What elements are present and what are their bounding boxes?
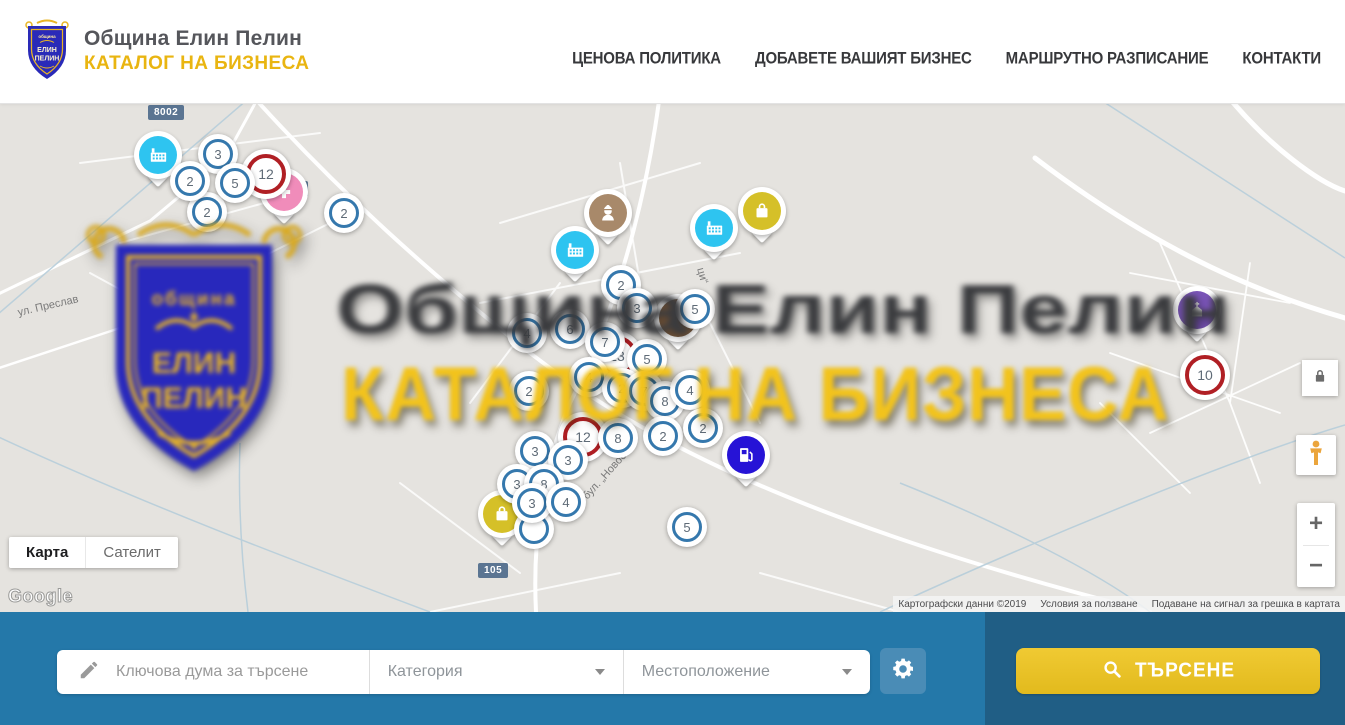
cluster-count: 5 xyxy=(632,344,662,374)
cluster-count: 2 xyxy=(688,413,718,443)
header: община ЕЛИН ПЕЛИН Община Елин Пелин КАТА… xyxy=(0,0,1345,104)
search-fields: Категория Местоположение xyxy=(57,650,870,694)
cluster-marker[interactable]: 5 xyxy=(675,289,715,329)
cluster-marker[interactable]: 5 xyxy=(215,163,255,203)
zoom-out-button[interactable]: − xyxy=(1297,546,1335,588)
shopping-bag-marker[interactable] xyxy=(738,187,786,235)
pencil-icon xyxy=(78,659,100,686)
location-select[interactable]: Местоположение xyxy=(623,650,870,694)
maptype-control: Карта Сателит xyxy=(9,537,178,568)
church-marker[interactable] xyxy=(1173,286,1221,334)
site-logo[interactable]: община ЕЛИН ПЕЛИН Община Елин Пелин КАТА… xyxy=(22,19,309,83)
cluster-marker[interactable]: 4 xyxy=(670,370,710,410)
svg-text:ПЕЛИН: ПЕЛИН xyxy=(35,56,60,63)
cluster-marker[interactable]: 2 xyxy=(324,193,364,233)
search-button-label: ТЪРСЕНЕ xyxy=(1135,659,1235,682)
cluster-count: 5 xyxy=(220,168,250,198)
main-nav: ЦЕНОВА ПОЛИТИКА ДОБАВЕТЕ ВАШИЯТ БИЗНЕС М… xyxy=(572,50,1321,67)
fuel-pump-icon xyxy=(727,436,765,474)
cluster-marker[interactable]: 3 xyxy=(617,288,657,328)
factory-marker[interactable] xyxy=(690,204,738,252)
cluster-marker[interactable]: 2 xyxy=(170,161,210,201)
cluster-marker[interactable]: 2 xyxy=(643,416,683,456)
shopping-bag-icon xyxy=(743,192,781,230)
site-name: Община Елин Пелин xyxy=(84,27,309,51)
factory-marker[interactable] xyxy=(551,226,599,274)
cluster-marker[interactable]: 2 xyxy=(683,408,723,448)
cluster-count: 2 xyxy=(648,421,678,451)
cluster-count: 4 xyxy=(574,362,604,392)
attribution-terms-link[interactable]: Условия за ползване xyxy=(1040,599,1137,610)
attribution-data-notice: Картографски данни ©2019 xyxy=(898,599,1026,610)
cluster-count: 5 xyxy=(672,512,702,542)
gear-icon xyxy=(890,656,916,687)
svg-text:ЕЛИН: ЕЛИН xyxy=(37,47,57,54)
category-select-label: Категория xyxy=(388,663,463,681)
cluster-marker[interactable]: 7 xyxy=(585,322,625,362)
nav-item-pricing[interactable]: ЦЕНОВА ПОЛИТИКА xyxy=(572,49,721,67)
map-markers: 213321252235467542278412822333834510 xyxy=(0,103,1345,612)
cluster-marker[interactable]: 5 xyxy=(667,507,707,547)
cluster-count: 7 xyxy=(590,327,620,357)
factory-icon xyxy=(556,231,594,269)
attribution-report-error-link[interactable]: Подаване на сигнал за грешка в картата xyxy=(1152,599,1340,610)
chevron-down-icon xyxy=(842,669,852,675)
lock-button[interactable] xyxy=(1302,360,1338,396)
cluster-count: 3 xyxy=(622,293,652,323)
cluster-count: 8 xyxy=(603,423,633,453)
cluster-marker[interactable]: 2 xyxy=(509,371,549,411)
cluster-count: 6 xyxy=(555,314,585,344)
maptype-satellite-button[interactable]: Сателит xyxy=(85,537,178,568)
map-attribution: Картографски данни ©2019 Условия за полз… xyxy=(893,596,1345,612)
cluster-marker[interactable]: 8 xyxy=(598,418,638,458)
search-bar: Категория Местоположение ТЪРСЕ xyxy=(0,612,1345,725)
municipality-crest-icon: община ЕЛИН ПЕЛИН xyxy=(22,19,72,83)
logo-text: Община Елин Пелин КАТАЛОГ НА БИЗНЕСА xyxy=(84,27,309,75)
cluster-count: 3 xyxy=(520,436,550,466)
pegman-icon xyxy=(1304,439,1328,472)
location-select-label: Местоположение xyxy=(642,663,770,681)
zoom-control: + − xyxy=(1297,503,1335,587)
lock-icon xyxy=(1311,367,1329,390)
keyword-field[interactable] xyxy=(57,650,369,694)
cluster-count: 2 xyxy=(514,376,544,406)
zoom-in-button[interactable]: + xyxy=(1297,503,1335,545)
cluster-marker[interactable]: 10 xyxy=(1180,350,1230,400)
cluster-marker[interactable]: 6 xyxy=(550,309,590,349)
cluster-count: 4 xyxy=(675,375,705,405)
cluster-count: 4 xyxy=(551,487,581,517)
cluster-count: 4 xyxy=(512,318,542,348)
category-select[interactable]: Категория xyxy=(369,650,623,694)
maptype-map-button[interactable]: Карта xyxy=(9,537,85,568)
cluster-count: 3 xyxy=(517,488,547,518)
nav-item-contacts[interactable]: КОНТАКТИ xyxy=(1242,49,1321,67)
page: община ЕЛИН ПЕЛИН Община Елин Пелин КАТА… xyxy=(0,0,1345,725)
street-view-pegman-button[interactable] xyxy=(1296,435,1336,475)
keyword-input[interactable] xyxy=(114,662,369,682)
cluster-count: 2 xyxy=(175,166,205,196)
fuel-pump-marker[interactable] xyxy=(722,431,770,479)
google-map[interactable]: ул. Преславбул. „Новоселци“ 8002105 2133… xyxy=(0,103,1345,612)
advanced-settings-button[interactable] xyxy=(880,648,926,694)
search-button[interactable]: ТЪРСЕНЕ xyxy=(1016,648,1320,694)
google-logo[interactable]: Google xyxy=(8,586,73,607)
church-icon xyxy=(1178,291,1216,329)
factory-icon xyxy=(695,209,733,247)
cluster-count: 2 xyxy=(192,197,222,227)
svg-text:община: община xyxy=(38,33,56,39)
cluster-marker[interactable]: 4 xyxy=(546,482,586,522)
site-tagline: КАТАЛОГ НА БИЗНЕСА xyxy=(84,53,309,75)
factory-icon xyxy=(139,136,177,174)
search-icon xyxy=(1101,658,1123,685)
cluster-count: 10 xyxy=(1185,355,1225,395)
cluster-marker[interactable]: 4 xyxy=(507,313,547,353)
nav-item-bus-schedule[interactable]: МАРШРУТНО РАЗПИСАНИЕ xyxy=(1006,49,1209,67)
nav-item-add-business[interactable]: ДОБАВЕТЕ ВАШИЯТ БИЗНЕС xyxy=(755,49,972,67)
cluster-count: 2 xyxy=(329,198,359,228)
chevron-down-icon xyxy=(595,669,605,675)
cluster-count: 5 xyxy=(680,294,710,324)
